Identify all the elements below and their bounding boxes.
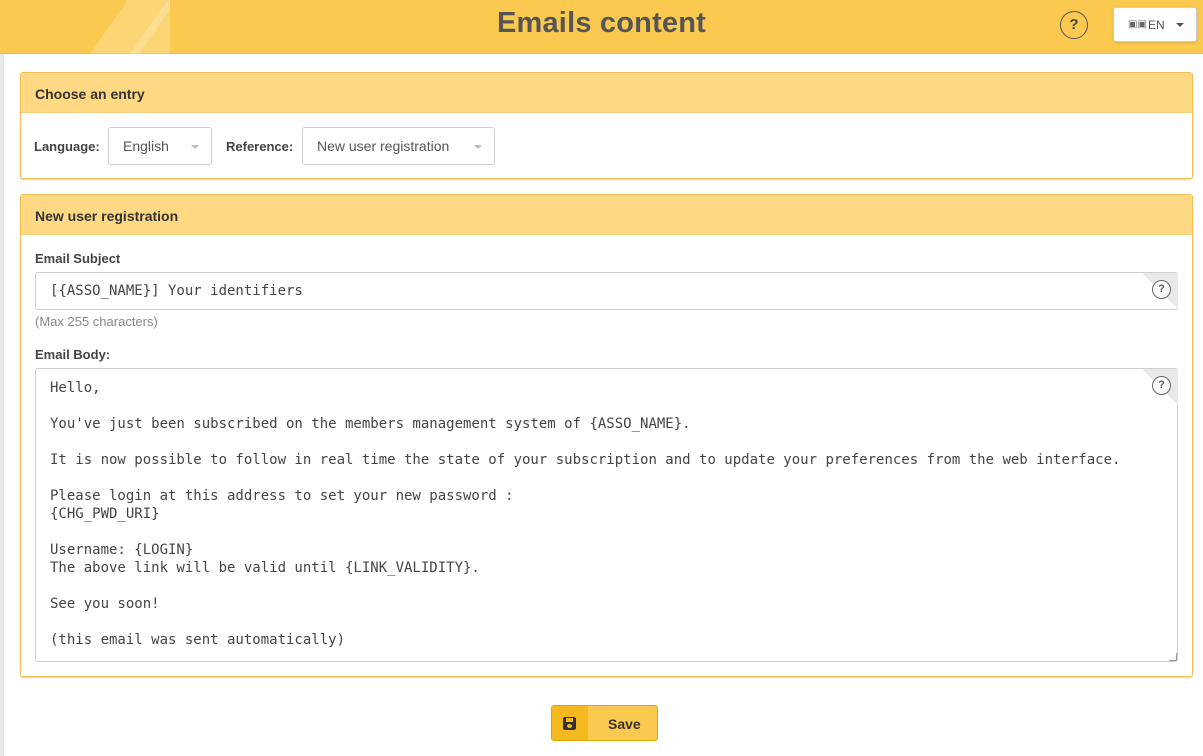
reference-select[interactable]: New user registration: [302, 127, 495, 165]
chevron-down-icon: [474, 145, 482, 149]
subject-help-corner[interactable]: ?: [1142, 273, 1178, 309]
flag-icon: ▣▣: [1128, 19, 1147, 30]
language-code: EN: [1148, 18, 1165, 32]
reference-label: Reference:: [226, 139, 294, 154]
resize-handle[interactable]: [1169, 653, 1177, 661]
language-label: Language:: [34, 139, 100, 154]
language-switcher[interactable]: ▣▣ EN: [1113, 7, 1197, 42]
reference-select-value: New user registration: [317, 138, 450, 154]
page-title: Emails content: [496, 7, 707, 39]
help-icon[interactable]: ?: [1060, 11, 1088, 39]
language-select-value: English: [123, 138, 169, 154]
panel-title: Choose an entry: [21, 73, 1192, 113]
save-label: Save: [608, 716, 641, 732]
choose-entry-panel: Choose an entry Language: English Refere…: [20, 72, 1193, 179]
chevron-down-icon: [1176, 23, 1184, 27]
subject-label: Email Subject: [35, 251, 121, 266]
subject-input[interactable]: [35, 272, 1178, 310]
help-icon[interactable]: ?: [1152, 280, 1171, 299]
body-help-corner[interactable]: ?: [1142, 369, 1178, 405]
help-icon[interactable]: ?: [1152, 376, 1171, 395]
chevron-down-icon: [191, 145, 199, 149]
save-button[interactable]: Save: [551, 705, 658, 741]
panel-title: New user registration: [21, 195, 1192, 235]
floppy-disk-icon: [563, 717, 576, 730]
language-select[interactable]: English: [108, 127, 212, 165]
subject-hint: (Max 255 characters): [35, 314, 158, 329]
body-label: Email Body:: [35, 347, 111, 362]
left-rail: [0, 0, 4, 756]
top-bar: Emails content ? ▣▣ EN: [0, 0, 1203, 54]
body-textarea[interactable]: Hello, You've just been subscribed on th…: [35, 368, 1178, 662]
email-editor-panel: New user registration Email Subject ? (M…: [20, 194, 1193, 677]
save-icon-zone: [552, 706, 588, 740]
